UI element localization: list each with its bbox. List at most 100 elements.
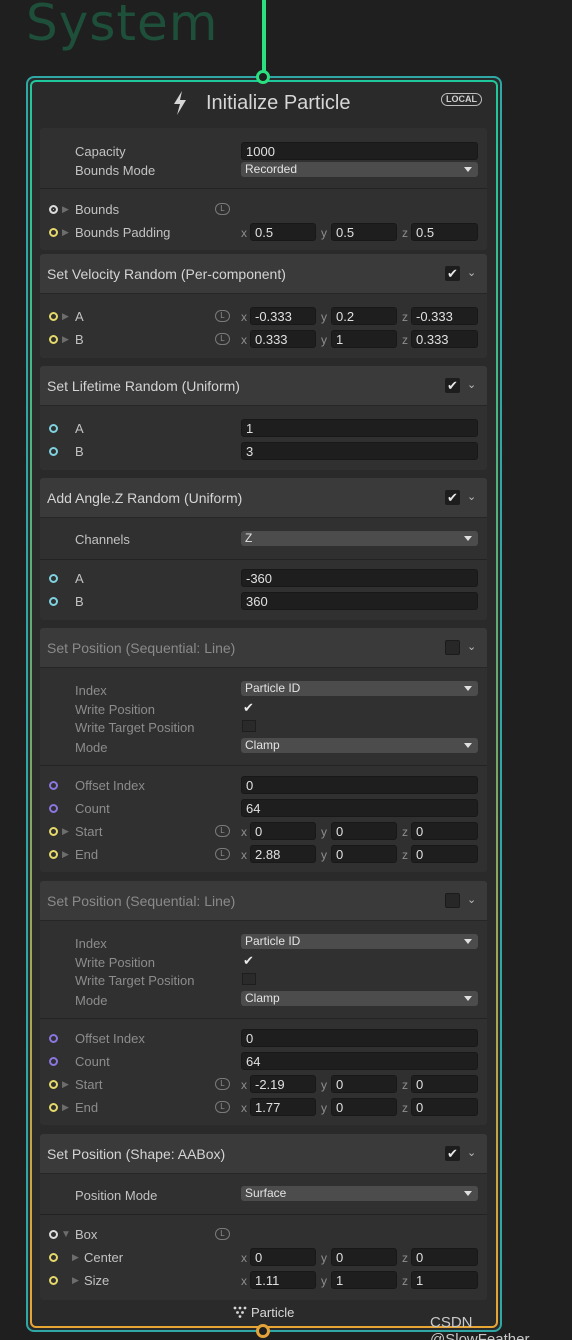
end-z[interactable]: 0 [411,845,478,863]
velocity-a-z[interactable]: -0.333 [411,307,478,325]
chevron-down-icon[interactable]: ⌄ [467,893,476,906]
b-port[interactable] [49,597,58,606]
space-local-icon[interactable]: L [215,848,230,860]
block-header[interactable]: Set Position (Sequential: Line) ⌄ [40,881,487,921]
space-local-icon[interactable]: L [215,203,230,215]
size-port[interactable] [49,1276,58,1285]
velocity-b-y[interactable]: 1 [331,330,397,348]
block-header[interactable]: Add Angle.Z Random (Uniform) ✔ ⌄ [40,478,487,518]
expand-triangle-icon[interactable]: ▶ [62,1102,69,1113]
start-port[interactable] [49,827,58,836]
count-port[interactable] [49,804,58,813]
a-port[interactable] [49,312,58,321]
block-set-position-sequential-2[interactable]: Set Position (Sequential: Line) ⌄ Index … [40,881,487,1125]
end-y[interactable]: 0 [331,1098,397,1116]
block-enable-checkbox[interactable]: ✔ [445,1146,460,1161]
center-port[interactable] [49,1253,58,1262]
space-local-icon[interactable]: L [215,310,230,322]
space-local-icon[interactable]: L [215,333,230,345]
block-set-velocity[interactable]: Set Velocity Random (Per-component) ✔ ⌄ … [40,254,487,358]
center-x[interactable]: 0 [250,1248,316,1266]
flow-output-port[interactable] [256,1324,270,1338]
start-y[interactable]: 0 [331,1075,397,1093]
size-z[interactable]: 1 [411,1271,478,1289]
chevron-down-icon[interactable]: ⌄ [467,378,476,391]
offset-index-port[interactable] [49,1034,58,1043]
space-local-icon[interactable]: L [215,1078,230,1090]
block-header[interactable]: Set Velocity Random (Per-component) ✔ ⌄ [40,254,487,294]
lifetime-a-field[interactable]: 1 [241,419,478,437]
expand-triangle-icon[interactable]: ▶ [62,1079,69,1090]
collapse-triangle-icon[interactable]: ▼ [61,1229,71,1240]
space-local-icon[interactable]: L [215,1228,230,1240]
velocity-a-x[interactable]: -0.333 [250,307,316,325]
position-mode-dropdown[interactable]: Surface [241,1186,478,1201]
offset-index-field[interactable]: 0 [241,1029,478,1047]
write-position-checkbox[interactable]: ✔ [243,700,254,716]
offset-index-field[interactable]: 0 [241,776,478,794]
block-header[interactable]: Set Position (Sequential: Line) ⌄ [40,628,487,668]
end-port[interactable] [49,1103,58,1112]
expand-triangle-icon[interactable]: ▶ [62,227,69,238]
expand-triangle-icon[interactable]: ▶ [72,1275,79,1286]
end-x[interactable]: 2.88 [250,845,316,863]
mode-dropdown[interactable]: Clamp [241,738,478,753]
start-y[interactable]: 0 [331,822,397,840]
expand-triangle-icon[interactable]: ▶ [72,1252,79,1263]
expand-triangle-icon[interactable]: ▶ [62,849,69,860]
flow-input-port[interactable] [256,70,270,84]
b-port[interactable] [49,447,58,456]
expand-triangle-icon[interactable]: ▶ [62,311,69,322]
velocity-a-y[interactable]: 0.2 [331,307,397,325]
b-port[interactable] [49,335,58,344]
size-y[interactable]: 1 [331,1271,397,1289]
bounds-padding-port[interactable] [49,228,58,237]
count-field[interactable]: 64 [241,1052,478,1070]
capacity-field[interactable]: 1000 [241,142,478,160]
block-enable-checkbox[interactable] [445,640,460,655]
write-target-checkbox[interactable] [242,973,256,985]
chevron-down-icon[interactable]: ⌄ [467,266,476,279]
block-set-lifetime[interactable]: Set Lifetime Random (Uniform) ✔ ⌄ A 1 B … [40,366,487,470]
lifetime-b-field[interactable]: 3 [241,442,478,460]
start-port[interactable] [49,1080,58,1089]
a-port[interactable] [49,424,58,433]
offset-index-port[interactable] [49,781,58,790]
center-y[interactable]: 0 [331,1248,397,1266]
block-enable-checkbox[interactable]: ✔ [445,266,460,281]
index-dropdown[interactable]: Particle ID [241,681,478,696]
bounds-padding-y[interactable]: 0.5 [331,223,397,241]
size-x[interactable]: 1.11 [250,1271,316,1289]
start-z[interactable]: 0 [411,822,478,840]
write-position-checkbox[interactable]: ✔ [243,953,254,969]
box-port[interactable] [49,1230,58,1239]
space-local-icon[interactable]: L [215,825,230,837]
block-enable-checkbox[interactable] [445,893,460,908]
bounds-port[interactable] [49,205,58,214]
expand-triangle-icon[interactable]: ▶ [62,334,69,345]
end-port[interactable] [49,850,58,859]
block-set-position-sequential-1[interactable]: Set Position (Sequential: Line) ⌄ Index … [40,628,487,872]
mode-dropdown[interactable]: Clamp [241,991,478,1006]
block-header[interactable]: Set Position (Shape: AABox) ✔ ⌄ [40,1134,487,1174]
angle-a-field[interactable]: -360 [241,569,478,587]
write-target-checkbox[interactable] [242,720,256,732]
a-port[interactable] [49,574,58,583]
chevron-down-icon[interactable]: ⌄ [467,490,476,503]
center-z[interactable]: 0 [411,1248,478,1266]
start-x[interactable]: 0 [250,822,316,840]
expand-triangle-icon[interactable]: ▶ [62,204,69,215]
bounds-padding-z[interactable]: 0.5 [411,223,478,241]
velocity-b-z[interactable]: 0.333 [411,330,478,348]
velocity-b-x[interactable]: 0.333 [250,330,316,348]
index-dropdown[interactable]: Particle ID [241,934,478,949]
bounds-mode-dropdown[interactable]: Recorded [241,162,478,177]
chevron-down-icon[interactable]: ⌄ [467,640,476,653]
start-z[interactable]: 0 [411,1075,478,1093]
count-port[interactable] [49,1057,58,1066]
count-field[interactable]: 64 [241,799,478,817]
space-local-icon[interactable]: L [215,1101,230,1113]
space-toggle[interactable]: LOCAL [441,93,482,106]
block-enable-checkbox[interactable]: ✔ [445,490,460,505]
block-enable-checkbox[interactable]: ✔ [445,378,460,393]
